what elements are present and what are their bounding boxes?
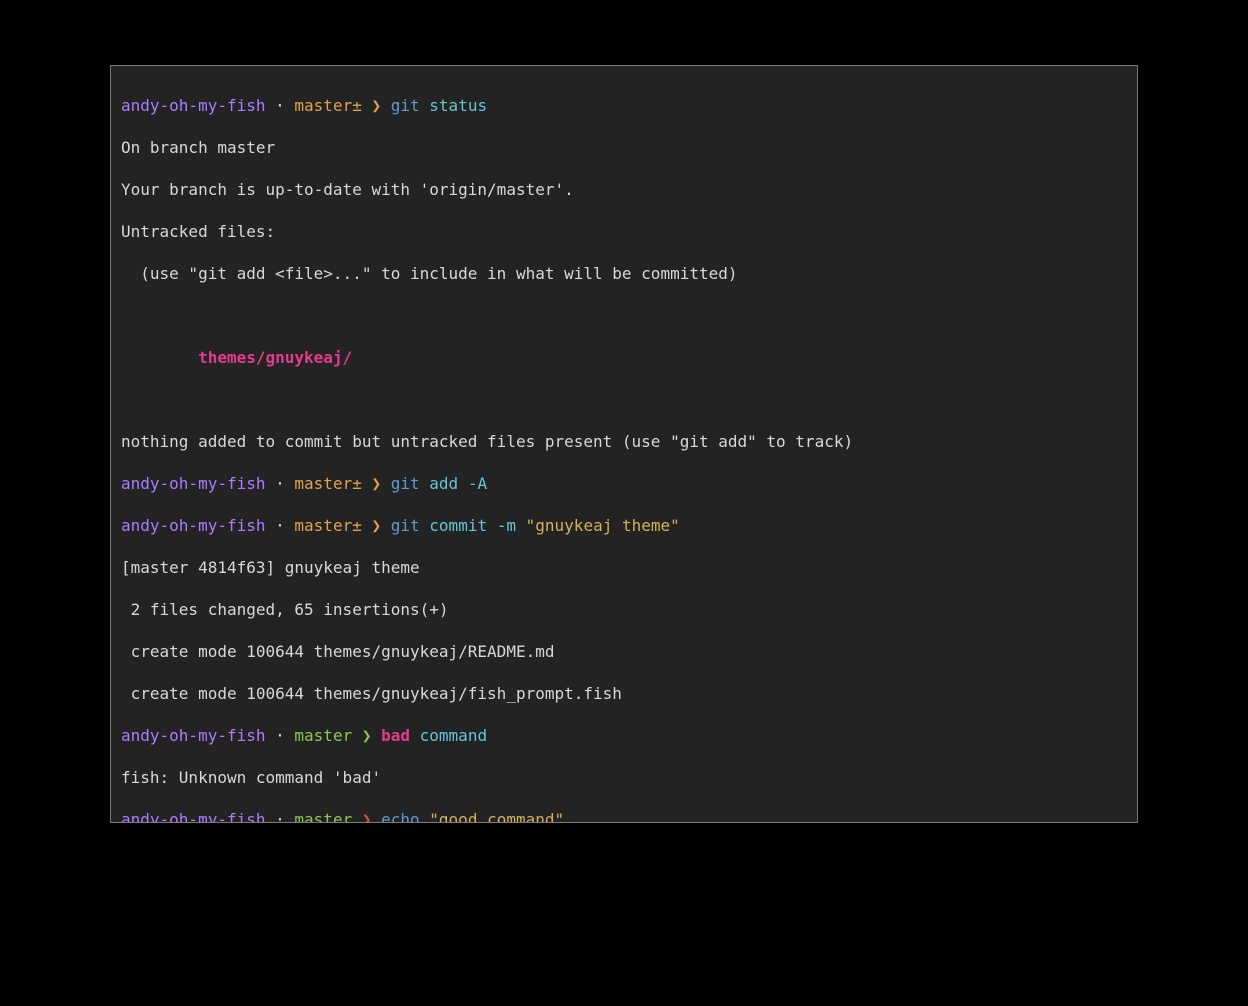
prompt-cwd: andy-oh-my-fish: [121, 810, 266, 823]
prompt-branch: master±: [294, 96, 361, 115]
terminal-line: andy-oh-my-fish · master ❯ bad command: [121, 725, 1127, 746]
prompt-branch: master±: [294, 474, 361, 493]
output-text: create mode 100644 themes/gnuykeaj/fish_…: [121, 684, 622, 703]
cmd-part: status: [420, 96, 487, 115]
prompt-cwd: andy-oh-my-fish: [121, 516, 266, 535]
prompt-chevron: ❯: [352, 726, 381, 745]
prompt-branch: master±: [294, 516, 361, 535]
cmd-space: [516, 516, 526, 535]
cmd-part: add -A: [420, 474, 487, 493]
output-text: (use "git add <file>..." to include in w…: [121, 264, 738, 283]
cmd-part: git: [391, 516, 420, 535]
output-text: Your branch is up-to-date with 'origin/m…: [121, 180, 574, 199]
prompt-chevron: ❯: [362, 516, 391, 535]
cmd-part: git: [391, 96, 420, 115]
output-text: create mode 100644 themes/gnuykeaj/READM…: [121, 642, 554, 661]
terminal-line: Untracked files:: [121, 221, 1127, 242]
prompt-branch: master: [294, 726, 352, 745]
output-indent: [121, 348, 198, 367]
terminal-line: fish: Unknown command 'bad': [121, 767, 1127, 788]
terminal-line: [master 4814f63] gnuykeaj theme: [121, 557, 1127, 578]
cmd-part: -m: [487, 516, 516, 535]
prompt-cwd: andy-oh-my-fish: [121, 726, 266, 745]
terminal-line: create mode 100644 themes/gnuykeaj/fish_…: [121, 683, 1127, 704]
prompt-cwd: andy-oh-my-fish: [121, 96, 266, 115]
cmd-part: git: [391, 474, 420, 493]
output-text: 2 files changed, 65 insertions(+): [121, 600, 449, 619]
prompt-sep: ·: [266, 516, 295, 535]
terminal-line: On branch master: [121, 137, 1127, 158]
terminal-line: Your branch is up-to-date with 'origin/m…: [121, 179, 1127, 200]
prompt-sep: ·: [266, 810, 295, 823]
terminal-line: 2 files changed, 65 insertions(+): [121, 599, 1127, 620]
output-text: Untracked files:: [121, 222, 275, 241]
cmd-part: command: [410, 726, 487, 745]
terminal-line: andy-oh-my-fish · master ❯ echo "good co…: [121, 809, 1127, 823]
terminal-line: create mode 100644 themes/gnuykeaj/READM…: [121, 641, 1127, 662]
prompt-chevron: ❯: [362, 474, 391, 493]
prompt-chevron-error: ❯: [352, 810, 381, 823]
terminal-line: ​: [121, 389, 1127, 410]
terminal-line: nothing added to commit but untracked fi…: [121, 431, 1127, 452]
cmd-part: commit: [420, 516, 487, 535]
output-text: [master 4814f63] gnuykeaj theme: [121, 558, 420, 577]
untracked-path: themes/gnuykeaj/: [198, 348, 352, 367]
terminal-window[interactable]: andy-oh-my-fish · master± ❯ git status O…: [110, 65, 1138, 823]
terminal-line: ​: [121, 305, 1127, 326]
output-text: On branch master: [121, 138, 275, 157]
prompt-sep: ·: [266, 96, 295, 115]
terminal-line: themes/gnuykeaj/: [121, 347, 1127, 368]
cmd-part: echo: [381, 810, 420, 823]
terminal-line: andy-oh-my-fish · master± ❯ git add -A: [121, 473, 1127, 494]
cmd-string: "gnuykeaj theme": [526, 516, 680, 535]
output-text: fish: Unknown command 'bad': [121, 768, 381, 787]
cmd-bad: bad: [381, 726, 410, 745]
terminal-line: andy-oh-my-fish · master± ❯ git commit -…: [121, 515, 1127, 536]
terminal-line: andy-oh-my-fish · master± ❯ git status: [121, 95, 1127, 116]
prompt-sep: ·: [266, 726, 295, 745]
prompt-cwd: andy-oh-my-fish: [121, 474, 266, 493]
prompt-chevron: ❯: [362, 96, 391, 115]
prompt-sep: ·: [266, 474, 295, 493]
terminal-line: (use "git add <file>..." to include in w…: [121, 263, 1127, 284]
cmd-space: [420, 810, 430, 823]
prompt-branch: master: [294, 810, 352, 823]
cmd-string: "good command": [429, 810, 564, 823]
output-text: nothing added to commit but untracked fi…: [121, 432, 853, 451]
